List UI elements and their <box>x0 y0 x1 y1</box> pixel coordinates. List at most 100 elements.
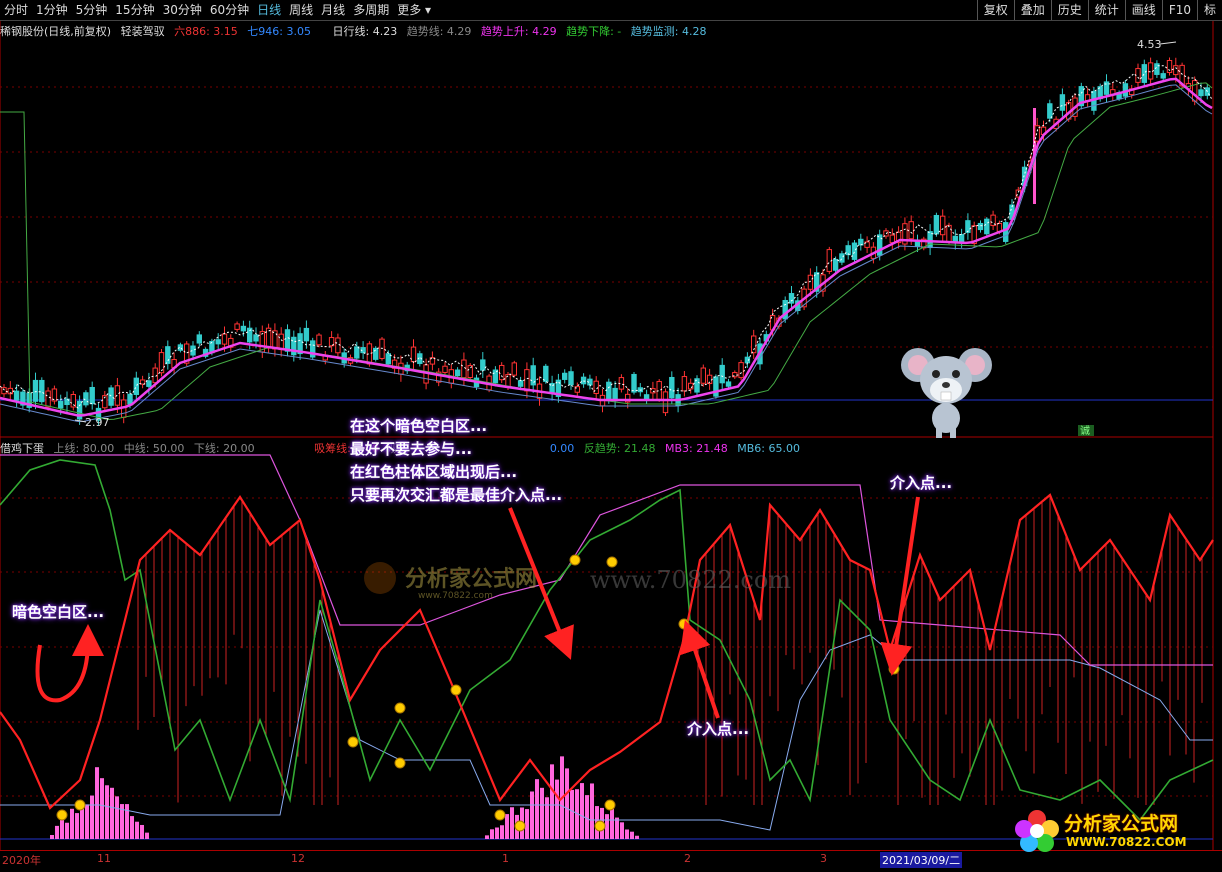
high-price-label: 4.53 <box>1137 38 1162 51</box>
candle-body <box>669 376 675 399</box>
candle-body <box>240 325 247 332</box>
candle-body <box>158 352 165 374</box>
candle-body <box>354 346 360 359</box>
pink-volume-bar <box>115 796 119 839</box>
candle-body <box>1 387 7 395</box>
watermark-url: www.70822.com <box>590 566 791 594</box>
note-line-3: 在红色柱体区域出现后... <box>350 463 518 481</box>
candle-body <box>278 333 284 351</box>
candle-body <box>1173 65 1179 76</box>
watermark-flower-icon <box>364 562 396 594</box>
candle-body <box>39 379 45 403</box>
pink-volume-bar <box>75 813 79 839</box>
pink-volume-bar <box>530 791 534 839</box>
note-line-1: 在这个暗色空白区... <box>350 417 488 435</box>
candle-body <box>751 335 757 354</box>
sub-line-green <box>0 459 1214 822</box>
pink-volume-bar <box>105 785 109 839</box>
sub-line-blue <box>0 609 1213 831</box>
candle-body <box>1003 222 1009 242</box>
candle-body <box>688 382 694 390</box>
mouse-mascot-icon <box>901 348 992 438</box>
axis-label-dec: 12 <box>291 852 305 865</box>
signal-dot <box>56 809 68 821</box>
candle-body <box>719 364 725 384</box>
candle-body <box>454 369 461 377</box>
entry-point-callout-top: 介入点... <box>890 474 953 492</box>
candle-body <box>958 234 965 243</box>
signal-dot <box>569 554 581 566</box>
candle-body <box>253 334 259 342</box>
pink-volume-bar <box>130 816 134 839</box>
candle-body <box>562 372 568 380</box>
candle-body <box>517 380 524 387</box>
pink-volume-bar <box>80 806 84 839</box>
pink-volume-bar <box>630 831 634 839</box>
signal-dot <box>678 618 690 630</box>
mouse-tag: 诚 <box>1080 425 1090 437</box>
watermark-text: 分析家公式网 <box>405 566 537 592</box>
signal-dot <box>594 820 606 832</box>
pink-volume-bar <box>555 779 559 839</box>
candle-body <box>580 376 587 385</box>
candle-body <box>480 359 486 371</box>
candle-body <box>146 380 152 387</box>
candle-body <box>45 390 51 408</box>
high-price-pointer <box>1159 41 1177 45</box>
ma-line-green <box>0 82 1213 421</box>
candle-body <box>788 293 795 304</box>
sub-line-magenta <box>0 454 1213 666</box>
ma-line-magenta <box>0 77 1213 417</box>
candle-body <box>933 214 940 235</box>
sub-line-red <box>0 493 1214 810</box>
candle-body <box>234 323 240 330</box>
pink-volume-bar <box>100 778 104 839</box>
pink-volume-bar <box>135 821 139 839</box>
pink-volume-bar <box>125 804 129 839</box>
dark-zone-callout: 暗色空白区... <box>12 603 105 621</box>
watermark: 分析家公式网 www.70822.com www.70822.com <box>364 562 791 601</box>
ma-line-blue <box>0 84 1213 423</box>
candle-body <box>977 222 984 231</box>
candle-body <box>32 379 39 402</box>
pink-volume-bar <box>60 819 64 839</box>
logo-url: WWW.70822.COM <box>1066 835 1187 849</box>
candle-body <box>946 224 952 243</box>
candle-body <box>568 371 574 386</box>
candle-body <box>215 339 221 345</box>
kline-chart[interactable]: 4.53 2.97 分析家公式网 www.70822.com www.70822… <box>0 0 1222 871</box>
candle-body <box>1198 89 1204 97</box>
ma-lines-group <box>0 65 1213 423</box>
candle-body <box>832 258 839 271</box>
pink-volume-bar <box>550 764 554 839</box>
pink-volume-bar <box>500 825 504 839</box>
brand-logo: 分析家公式网 WWW.70822.COM <box>1012 805 1217 855</box>
candle-body <box>284 329 291 352</box>
candle-body <box>303 327 310 342</box>
entry-point-callout-bottom: 介入点... <box>687 720 750 738</box>
candle-body <box>1192 80 1198 102</box>
pink-volume-bar <box>605 814 609 839</box>
signal-dot <box>514 820 526 832</box>
logo-title: 分析家公式网 <box>1064 813 1179 835</box>
pink-volume-bar <box>95 767 99 839</box>
axis-label-feb: 2 <box>684 852 691 865</box>
pink-volume-bar <box>570 789 574 839</box>
pink-volume-bar <box>585 795 589 839</box>
pink-volume-bar <box>610 806 614 839</box>
candle-body <box>316 334 322 346</box>
pink-volume-bar <box>490 829 494 839</box>
candle-body <box>511 362 517 376</box>
pink-volume-bar <box>495 827 499 839</box>
pink-volume-bar <box>70 808 74 839</box>
axis-label-2020: 2020年 <box>2 854 41 867</box>
pink-volume-bar <box>635 835 639 839</box>
pink-volume-bar <box>50 835 54 839</box>
dark-zone-curved-arrow <box>35 624 104 703</box>
pink-volume-bar <box>145 832 149 839</box>
candle-body <box>1047 103 1053 119</box>
watermark-small-url: www.70822.com <box>418 591 493 601</box>
candles-group <box>1 57 1210 426</box>
candle-body <box>127 393 133 405</box>
pink-volume-bar <box>535 779 539 839</box>
